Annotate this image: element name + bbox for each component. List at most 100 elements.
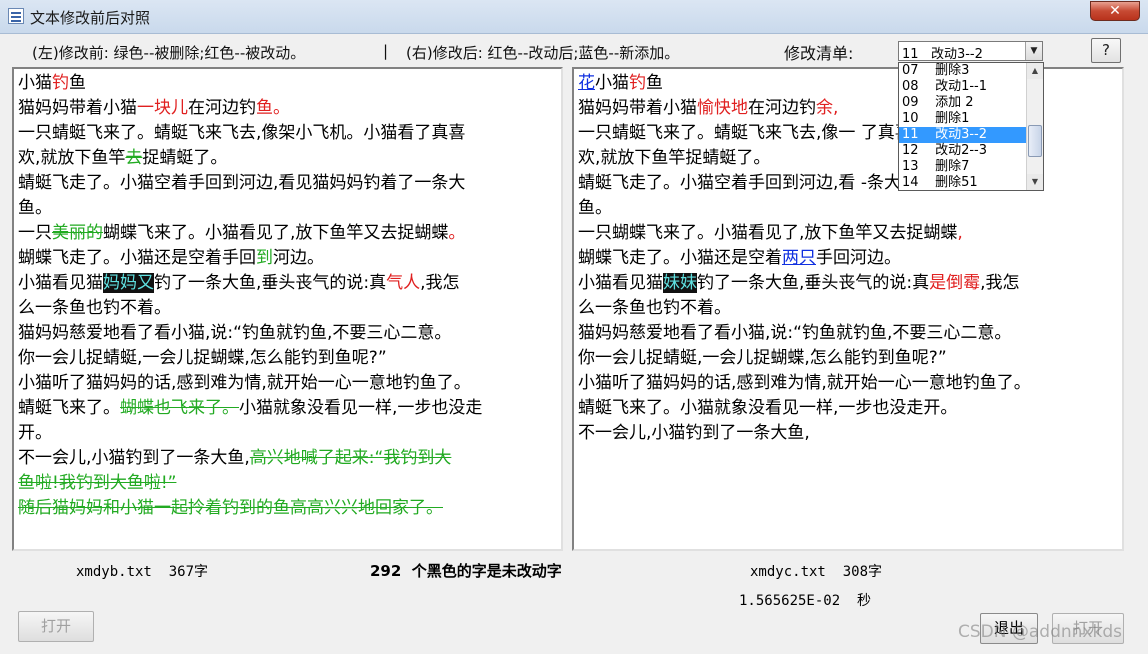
text-segment: 蜻蜓飞来了。 [18,398,120,418]
diff-chg-segment: 愉快地 [697,98,748,118]
text-segment: 钓了一条大鱼,垂头丧气的说:真 [154,273,387,293]
diff-dchg-segment: 到 [256,248,273,268]
text-line: 开。 [18,421,557,446]
text-segment: 小猫就象没看见一样,一步也没走 [239,398,483,418]
text-line: 一只蝴蝶飞来了。小猫看见了,放下鱼竿又去捉蝴蝶, [578,221,1118,246]
text-segment: 在河边钓 [748,98,816,118]
text-line: 小猫看见猫妹妹钓了一条大鱼,垂头丧气的说:真是倒霉,我怎 [578,271,1118,296]
text-line: 蜻蜓飞来了。小猫就象没看见一样,一步也没走开。 [578,396,1118,421]
diff-chg-segment: 是倒霉 [929,273,981,293]
text-line: 小猫听了猫妈妈的话,感到难为情,就开始一心一意地钓鱼了。 [578,371,1118,396]
text-segment: 小猫听了猫妈妈的话,感到难为情,就开始一心一意地钓鱼了。 [578,373,1031,393]
text-segment: 不一会儿,小猫钓到了一条大鱼, [18,448,250,468]
help-button[interactable]: ? [1091,38,1121,63]
text-segment: 捉蜻蜓了。 [142,148,228,168]
legend-separator: | [383,42,389,60]
text-segment: 猫妈妈带着小猫 [18,98,137,118]
unchanged-count: 292 个黑色的字是未改动字 [370,562,562,580]
diff-chg-segment: 。 [448,223,466,243]
diff-chg-segment: 鱼。 [256,98,290,118]
scroll-thumb[interactable] [1028,125,1042,157]
right-file-info: xmdyc.txt 308字 [750,564,883,580]
left-file-info: xmdyb.txt 367字 [76,564,209,580]
text-line: 蜻蜓飞来了。蝴蝶也飞来了。小猫就象没看见一样,一步也没走 [18,396,557,421]
revision-item[interactable]: 09 添加 2 [899,95,1027,111]
text-segment: 蝴蝶飞来了。小猫看见了,放下鱼竿又去捉蝴蝶 [103,223,449,243]
diff-chg-segment: , [957,223,963,243]
text-line: 你一会儿捉蜻蜓,一会儿捉蝴蝶,怎么能钓到鱼呢?” [578,346,1118,371]
text-line: 鱼。 [578,196,1118,221]
text-line: 随后猫妈妈和小猫一起拎着钓到的鱼高高兴兴地回家了。 [18,496,557,521]
text-segment: 小猫看见猫 [18,273,103,293]
diff-chg-segment: 钓 [52,73,69,93]
scroll-down-icon[interactable]: ▼ [1027,174,1043,190]
text-line: 一只蜻蜓飞来了。蜻蜓飞来飞去,像架小飞机。小猫看了真喜 [18,121,557,146]
text-segment: 小猫 [18,73,52,93]
close-button[interactable]: ✕ [1090,1,1140,21]
text-segment: ,我怎 [420,273,460,293]
text-segment: 蝴蝶飞走了。小猫还是空着手回 [18,248,256,268]
text-segment: 一只蜻蜓飞来了。蜻蜓飞来飞去,像一 [578,123,856,143]
open-left-button[interactable]: 打开 [18,611,94,642]
text-line: 小猫听了猫妈妈的话,感到难为情,就开始一心一意地钓鱼了。 [18,371,557,396]
text-segment: 鱼。 [578,198,612,218]
text-segment: 你一会儿捉蜻蜓,一会儿捉蝴蝶,怎么能钓到鱼呢?” [578,348,947,368]
text-segment: 鱼。 [18,198,52,218]
revision-item[interactable]: 10 删除1 [899,111,1027,127]
text-segment: 欢,就放下鱼竿 [18,148,126,168]
revision-item[interactable]: 07 删除3 [899,63,1027,79]
diff-chg-segment: 气人 [386,273,421,293]
text-segment: 手回河边。 [816,248,901,268]
text-segment: 蜻蜓飞来了。小猫就象没看见一样,一步也没走开。 [578,398,958,418]
revision-item[interactable]: 14 删除51 [899,175,1027,190]
app-icon [8,8,24,24]
text-segment: 在河边钓 [188,98,256,118]
diff-add-segment: 花 [578,73,595,93]
text-segment: 一只蝴蝶飞来了。小猫看见了,放下鱼竿又去捉蝴蝶 [578,223,958,243]
text-line: 蝴蝶飞走了。小猫还是空着手回到河边。 [18,246,557,271]
diff-del-segment: 去 [125,148,143,168]
diff-chg-segment: 余, [816,98,839,118]
text-line: 么一条鱼也钓不着。 [18,296,557,321]
revision-item[interactable]: 13 删除7 [899,159,1027,175]
text-segment: 蜻蜓飞走了。小猫空着手回到河边,看见猫妈妈钓着了一条大 [18,173,466,193]
revision-dropdown-list[interactable]: 07 删除3 08 改动1--1 09 添加 2 10 删除1 11 改动3--2 12 … [898,62,1044,191]
legend-before: (左)修改前: 绿色--被删除;红色--被改动。 [32,44,306,62]
text-segment: 鱼 [69,73,86,93]
text-segment: 你一会儿捉蜻蜓,一会儿捉蝴蝶,怎么能钓到鱼呢?” [18,348,387,368]
revision-item[interactable]: 08 改动1--1 [899,79,1027,95]
text-line: 不一会儿,小猫钓到了一条大鱼, [578,421,1118,446]
diff-hl-segment: 妈妈又 [103,273,154,293]
revision-item[interactable]: 11 改动3--2 [899,127,1027,143]
text-line: 一只美丽的蝴蝶飞来了。小猫看见了,放下鱼竿又去捉蝴蝶。 [18,221,557,246]
text-segment: 小猫看见猫 [578,273,663,293]
text-line: 蜻蜓飞走了。小猫空着手回到河边,看见猫妈妈钓着了一条大 [18,171,557,196]
text-segment: ,我怎 [980,273,1020,293]
diff-chg-segment: 钓 [629,73,646,93]
text-line: 鱼。 [18,196,557,221]
text-segment: -条大 [860,173,901,193]
text-segment: 小猫听了猫妈妈的话,感到难为情,就开始一心一意地钓鱼了。 [18,373,471,393]
text-line: 小猫看见猫妈妈又钓了一条大鱼,垂头丧气的说:真气人,我怎 [18,271,557,296]
diff-del-segment: 高兴地喊了起来:“我钓到大 [249,448,452,468]
original-text-panel[interactable]: 小猫钓鱼猫妈妈带着小猫一块儿在河边钓鱼。 一只蜻蜓飞来了。蜻蜓飞来飞去,像架小飞机… [12,67,563,551]
revision-item[interactable]: 12 改动2--3 [899,143,1027,159]
dropdown-scrollbar[interactable]: ▲ ▼ [1026,63,1043,190]
text-segment: 猫妈妈慈爱地看了看小猫,说:“钓鱼就钓鱼,不要三心二意。 [18,323,452,343]
legend-after: (右)修改后: 红色--改动后;蓝色--新添加。 [406,44,680,62]
text-segment: 猫妈妈带着小猫 [578,98,697,118]
text-segment: 河边。 [273,248,324,268]
text-line: 猫妈妈带着小猫一块儿在河边钓鱼。 [18,96,557,121]
text-line: 你一会儿捉蜻蜓,一会儿捉蝴蝶,怎么能钓到鱼呢?” [18,346,557,371]
text-segment: 不一会儿,小猫钓到了一条大鱼, [578,423,810,443]
scroll-up-icon[interactable]: ▲ [1027,63,1043,79]
text-line: 猫妈妈慈爱地看了看小猫,说:“钓鱼就钓鱼,不要三心二意。 [18,321,557,346]
diff-del-segment: 鱼啦!我钓到大鱼啦!” [18,473,177,493]
text-line: 不一会儿,小猫钓到了一条大鱼,高兴地喊了起来:“我钓到大 [18,446,557,471]
text-line: 蝴蝶飞走了。小猫还是空着两只手回河边。 [578,246,1118,271]
revision-list-label: 修改清单: [784,44,854,63]
chevron-down-icon[interactable]: ▼ [1025,42,1042,60]
text-segment: 么一条鱼也钓不着。 [578,298,731,318]
revision-combobox[interactable]: 11 改动3--2 ▼ [898,41,1043,62]
diff-del-segment: 蝴蝶也飞来了。 [120,398,239,418]
